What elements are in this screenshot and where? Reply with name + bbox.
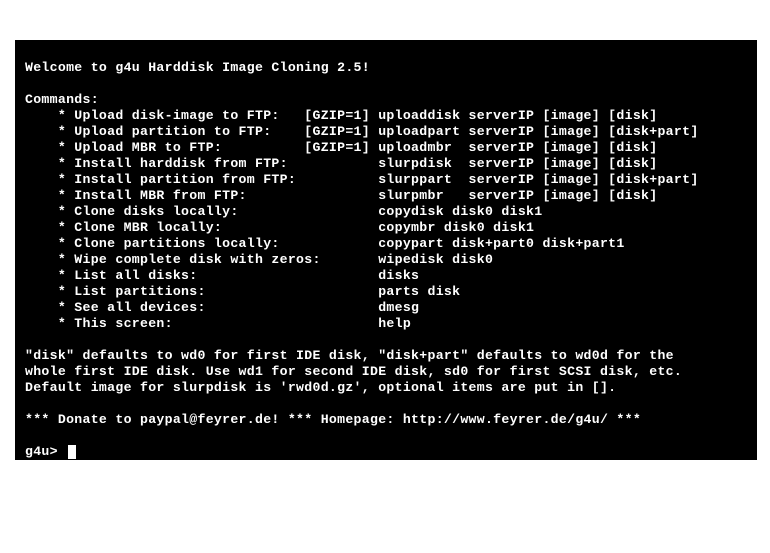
command-line: * Install MBR from FTP: slurpmbr serverI… — [25, 188, 657, 203]
command-line: * Upload disk-image to FTP: [GZIP=1] upl… — [25, 108, 657, 123]
command-line: * Wipe complete disk with zeros: wipedis… — [25, 252, 493, 267]
defaults-note: whole first IDE disk. Use wd1 for second… — [25, 364, 682, 379]
prompt: g4u> — [25, 444, 66, 459]
cursor-icon — [68, 445, 76, 459]
command-line: * Clone partitions locally: copypart dis… — [25, 236, 625, 251]
command-line: * This screen: help — [25, 316, 411, 331]
commands-header: Commands: — [25, 92, 99, 107]
defaults-note: Default image for slurpdisk is 'rwd0d.gz… — [25, 380, 616, 395]
command-line: * Clone disks locally: copydisk disk0 di… — [25, 204, 542, 219]
command-line: * Install partition from FTP: slurppart … — [25, 172, 699, 187]
command-line: * See all devices: dmesg — [25, 300, 419, 315]
command-line: * List all disks: disks — [25, 268, 419, 283]
defaults-note: "disk" defaults to wd0 for first IDE dis… — [25, 348, 674, 363]
command-line: * Install harddisk from FTP: slurpdisk s… — [25, 156, 657, 171]
welcome-line: Welcome to g4u Harddisk Image Cloning 2.… — [25, 60, 370, 75]
command-line: * Upload MBR to FTP: [GZIP=1] uploadmbr … — [25, 140, 657, 155]
command-line: * Clone MBR locally: copymbr disk0 disk1 — [25, 220, 534, 235]
terminal-screen[interactable]: Welcome to g4u Harddisk Image Cloning 2.… — [15, 40, 757, 460]
donate-line: *** Donate to paypal@feyrer.de! *** Home… — [25, 412, 641, 427]
command-line: * List partitions: parts disk — [25, 284, 460, 299]
command-line: * Upload partition to FTP: [GZIP=1] uplo… — [25, 124, 699, 139]
